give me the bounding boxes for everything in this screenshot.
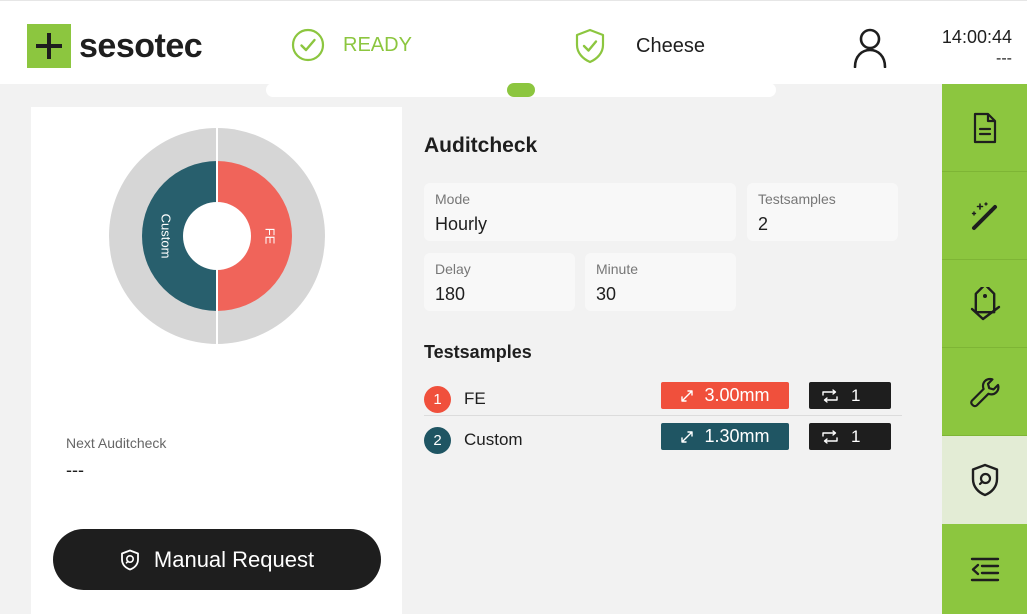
testsample-size: 3.00mm	[704, 385, 770, 405]
auditcheck-title: Auditcheck	[424, 134, 538, 157]
product-name: Cheese	[636, 34, 705, 57]
right-sidebar	[942, 84, 1027, 614]
shield-check-icon	[575, 28, 605, 64]
testsample-size: 1.30mm	[704, 426, 770, 446]
clock-time: 14:00:44	[941, 27, 1012, 47]
delay-value: 180	[435, 284, 466, 304]
minute-label: Minute	[596, 261, 639, 277]
testsample-name: FE	[464, 389, 486, 408]
delay-field: Delay 180	[424, 253, 575, 311]
testsample-donut-chart: Custom FE	[109, 128, 325, 344]
diagonal-arrows-icon	[680, 389, 694, 403]
sidebar-item-service[interactable]	[942, 348, 1027, 436]
machine-status: READY	[291, 28, 412, 62]
donut-hole	[183, 202, 251, 270]
sidebar-item-documents[interactable]	[942, 84, 1027, 172]
sidebar-item-auditcheck[interactable]	[942, 436, 1027, 524]
delay-label: Delay	[435, 261, 471, 277]
next-auditcheck-value: ---	[66, 460, 84, 480]
testsample-count: 1	[851, 426, 861, 446]
manual-request-button[interactable]: Manual Request	[53, 529, 381, 590]
testsample-number: 1	[424, 386, 451, 413]
testsample-size-badge: 3.00mm	[661, 382, 789, 409]
user-icon[interactable]	[853, 28, 887, 68]
testsample-count-badge: 1	[809, 382, 891, 409]
logo-mark-icon	[27, 24, 71, 68]
menu-collapse-icon	[970, 557, 999, 582]
minute-field: Minute 30	[585, 253, 736, 311]
progress-indicator	[266, 83, 776, 97]
wrench-icon	[969, 377, 999, 407]
clock: 14:00:44 ---	[912, 27, 1012, 68]
magic-wand-icon	[971, 201, 997, 230]
testsamples-count-field: Testsamples 2	[747, 183, 898, 241]
progress-dot	[507, 83, 535, 97]
testsample-row[interactable]: 1 FE 3.00mm 1	[424, 382, 902, 416]
sidebar-item-products[interactable]	[942, 260, 1027, 348]
document-icon	[973, 112, 996, 143]
tags-icon	[970, 286, 1000, 320]
manual-request-label: Manual Request	[153, 546, 315, 572]
sidebar-item-wizard[interactable]	[942, 172, 1027, 260]
repeat-icon	[821, 388, 839, 403]
testsample-number: 2	[424, 427, 451, 454]
product-selector[interactable]: Cheese	[574, 28, 705, 64]
mode-label: Mode	[435, 191, 471, 207]
mode-field: Mode Hourly	[424, 183, 736, 241]
testsample-count-badge: 1	[809, 423, 891, 450]
minute-value: 30	[596, 284, 617, 304]
testsample-count: 1	[851, 385, 861, 405]
brand-logo: sesotec	[27, 24, 203, 68]
audit-overview-card: Custom FE Next Auditcheck --- Manual Req…	[31, 107, 402, 614]
main-content: Custom FE Next Auditcheck --- Manual Req…	[0, 84, 942, 614]
brand-name: sesotec	[79, 26, 203, 65]
testsamples-count-value: 2	[758, 214, 769, 234]
next-auditcheck-label: Next Auditcheck	[66, 435, 167, 451]
clock-date: ---	[996, 50, 1012, 67]
sidebar-item-collapse-menu[interactable]	[942, 526, 1027, 614]
mode-value: Hourly	[435, 214, 488, 234]
repeat-icon	[821, 429, 839, 444]
testsample-name: Custom	[464, 430, 523, 449]
header: sesotec READY Cheese 14:00:44 ---	[0, 0, 1027, 84]
auditcheck-shield-icon	[971, 463, 998, 497]
auditcheck-shield-icon	[120, 549, 140, 571]
donut-label-custom: Custom	[159, 214, 174, 259]
testsample-row[interactable]: 2 Custom 1.30mm 1	[424, 423, 902, 457]
status-text: READY	[343, 33, 412, 56]
testsamples-count-label: Testsamples	[758, 191, 836, 207]
testsample-size-badge: 1.30mm	[661, 423, 789, 450]
testsamples-title: Testsamples	[424, 342, 532, 362]
check-circle-icon	[291, 28, 325, 62]
donut-label-fe: FE	[263, 228, 278, 245]
diagonal-arrows-icon	[680, 430, 694, 444]
